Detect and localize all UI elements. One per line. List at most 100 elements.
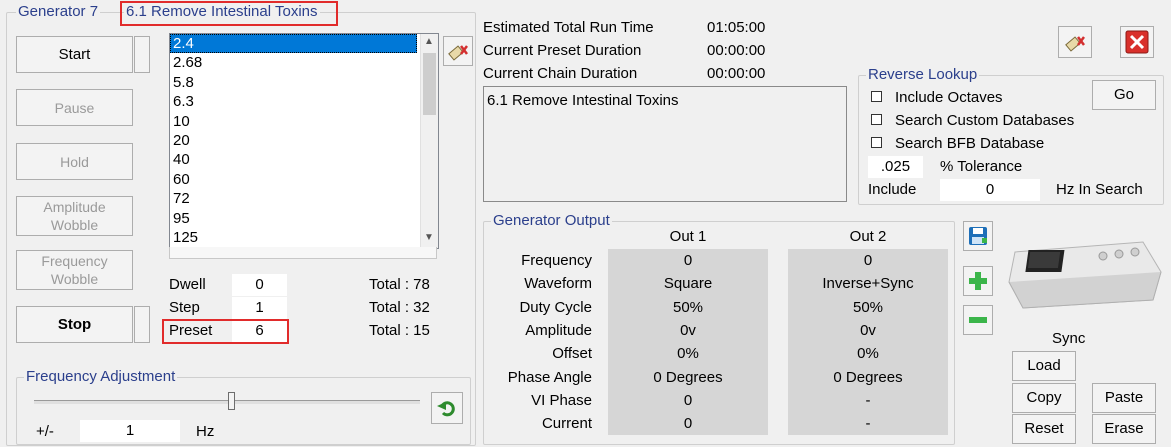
tolerance-input[interactable]: .025 xyxy=(868,156,923,178)
out1-value: 0 Degrees xyxy=(653,368,723,386)
eraser-icon xyxy=(448,45,468,61)
stop-split-button[interactable] xyxy=(134,306,150,343)
counter-value-field[interactable]: 0 xyxy=(232,274,287,296)
out1-value: 0 xyxy=(683,415,693,433)
search-bfb-label: Search BFB Database xyxy=(895,135,1045,152)
reset-button[interactable]: Reset xyxy=(1012,414,1076,444)
amplitude-wobble-button[interactable]: Amplitude Wobble xyxy=(16,196,133,236)
copy-button[interactable]: Copy xyxy=(1012,383,1076,413)
counter-total: Total : 78 xyxy=(369,276,430,293)
out1-value: 0 xyxy=(683,391,693,409)
save-disk-icon xyxy=(969,227,987,245)
go-button[interactable]: Go xyxy=(1092,80,1156,110)
erase-button[interactable]: Erase xyxy=(1092,414,1156,444)
add-button[interactable] xyxy=(963,266,993,296)
frequency-list-item[interactable]: 10 xyxy=(170,112,438,131)
frequency-list-item[interactable]: 5.8 xyxy=(170,73,438,92)
frequency-slider-thumb[interactable] xyxy=(228,392,235,410)
output-row-label: Waveform xyxy=(524,275,592,293)
frequency-list-item[interactable]: 60 xyxy=(170,170,438,189)
generator-output-title: Generator Output xyxy=(491,212,612,229)
search-bfb-checkbox[interactable] xyxy=(871,137,882,148)
frequency-wobble-button[interactable]: Frequency Wobble xyxy=(16,250,133,290)
search-custom-label: Search Custom Databases xyxy=(895,112,1075,129)
out1-value: 0 xyxy=(683,252,693,269)
output-row-label: Frequency xyxy=(521,252,592,269)
adjust-amount-input[interactable]: 1 xyxy=(80,420,180,442)
out1-value: 0v xyxy=(680,321,696,339)
reverse-lookup-title: Reverse Lookup xyxy=(866,66,980,83)
out2-value: 50% xyxy=(852,298,884,316)
counter-total: Total : 15 xyxy=(369,322,430,339)
frequency-list-item[interactable]: 125 xyxy=(170,228,438,247)
frequency-list[interactable]: 2.4 2.68 5.8 6.3 10 20 40 60 72 95 125 ▲ ▼ xyxy=(169,33,439,249)
paste-button[interactable]: Paste xyxy=(1092,383,1156,413)
preset-name-highlight xyxy=(120,1,338,26)
plus-minus-label: +/- xyxy=(36,423,54,440)
out2-value: 0% xyxy=(857,345,879,363)
counter-total: Total : 32 xyxy=(369,299,430,316)
output-row-label: Phase Angle xyxy=(507,368,592,386)
frequency-list-item[interactable]: 2.4 xyxy=(170,34,417,54)
out1-header: Out 1 xyxy=(669,228,707,245)
output-row-label: VI Phase xyxy=(531,391,592,409)
frequency-list-item[interactable]: 6.3 xyxy=(170,92,438,111)
frequency-list-item[interactable]: 2.68 xyxy=(170,53,438,72)
run-info-label: Current Chain Duration xyxy=(483,65,638,82)
close-icon xyxy=(1125,30,1149,54)
counter-label: Step xyxy=(169,299,200,316)
out2-value: 0 Degrees xyxy=(833,368,903,386)
out2-value: Inverse+Sync xyxy=(822,275,914,293)
sync-label: Sync xyxy=(1052,330,1086,347)
start-button[interactable]: Start xyxy=(16,36,133,73)
clear-list-button[interactable] xyxy=(443,36,473,66)
eraser-icon xyxy=(1065,36,1085,52)
include-octaves-checkbox[interactable] xyxy=(871,91,882,102)
include-hz-input[interactable]: 0 xyxy=(940,179,1040,201)
output-row-label: Offset xyxy=(552,345,592,363)
frequency-list-item[interactable]: 20 xyxy=(170,131,438,150)
run-info-value: 01:05:00 xyxy=(707,19,766,36)
frequency-list-hscroll[interactable] xyxy=(169,247,437,259)
frequency-list-scrollbar[interactable]: ▲ ▼ xyxy=(420,34,438,248)
out1-value: Square xyxy=(663,275,713,293)
search-custom-checkbox[interactable] xyxy=(871,114,882,125)
out1-value: 50% xyxy=(672,298,704,316)
out2-value: 0v xyxy=(860,321,876,339)
clear-all-button[interactable] xyxy=(1058,26,1092,58)
out2-value: 0 xyxy=(863,252,873,269)
run-info-value: 00:00:00 xyxy=(707,65,766,82)
close-generator-button[interactable] xyxy=(1120,26,1154,58)
frequency-adjustment-title: Frequency Adjustment xyxy=(24,368,178,385)
out2-value: - xyxy=(865,415,871,433)
frequency-list-item[interactable]: 40 xyxy=(170,150,438,169)
save-button[interactable] xyxy=(963,221,993,251)
scroll-up-arrow[interactable]: ▲ xyxy=(424,36,434,47)
out2-value: - xyxy=(865,391,871,409)
tolerance-label: % Tolerance xyxy=(940,158,1023,175)
reset-adjust-button[interactable] xyxy=(431,392,463,424)
frequency-slider-track[interactable] xyxy=(34,400,420,404)
scroll-thumb[interactable] xyxy=(423,53,436,115)
minus-icon xyxy=(969,317,987,323)
start-split-button[interactable] xyxy=(134,36,150,73)
frequency-list-item[interactable]: 72 xyxy=(170,189,438,208)
generator-device-icon xyxy=(1008,241,1162,309)
counter-label: Dwell xyxy=(169,276,206,293)
counter-value-field[interactable]: 1 xyxy=(232,297,287,319)
hold-button[interactable]: Hold xyxy=(16,143,133,180)
include-label: Include xyxy=(868,181,917,198)
scroll-down-arrow[interactable]: ▼ xyxy=(424,232,434,243)
load-button[interactable]: Load xyxy=(1012,351,1076,381)
preset-description-text: 6.1 Remove Intestinal Toxins xyxy=(487,92,679,109)
frequency-list-item[interactable]: 95 xyxy=(170,209,438,228)
out2-header: Out 2 xyxy=(849,228,887,245)
pause-button[interactable]: Pause xyxy=(16,89,133,126)
run-info-label: Current Preset Duration xyxy=(483,42,642,59)
adjust-unit-label: Hz xyxy=(196,423,215,440)
stop-button[interactable]: Stop xyxy=(16,306,133,343)
include-octaves-label: Include Octaves xyxy=(895,89,1003,106)
remove-button[interactable] xyxy=(963,305,993,335)
preset-description-box[interactable]: 6.1 Remove Intestinal Toxins xyxy=(483,86,847,202)
plus-icon xyxy=(969,272,987,290)
